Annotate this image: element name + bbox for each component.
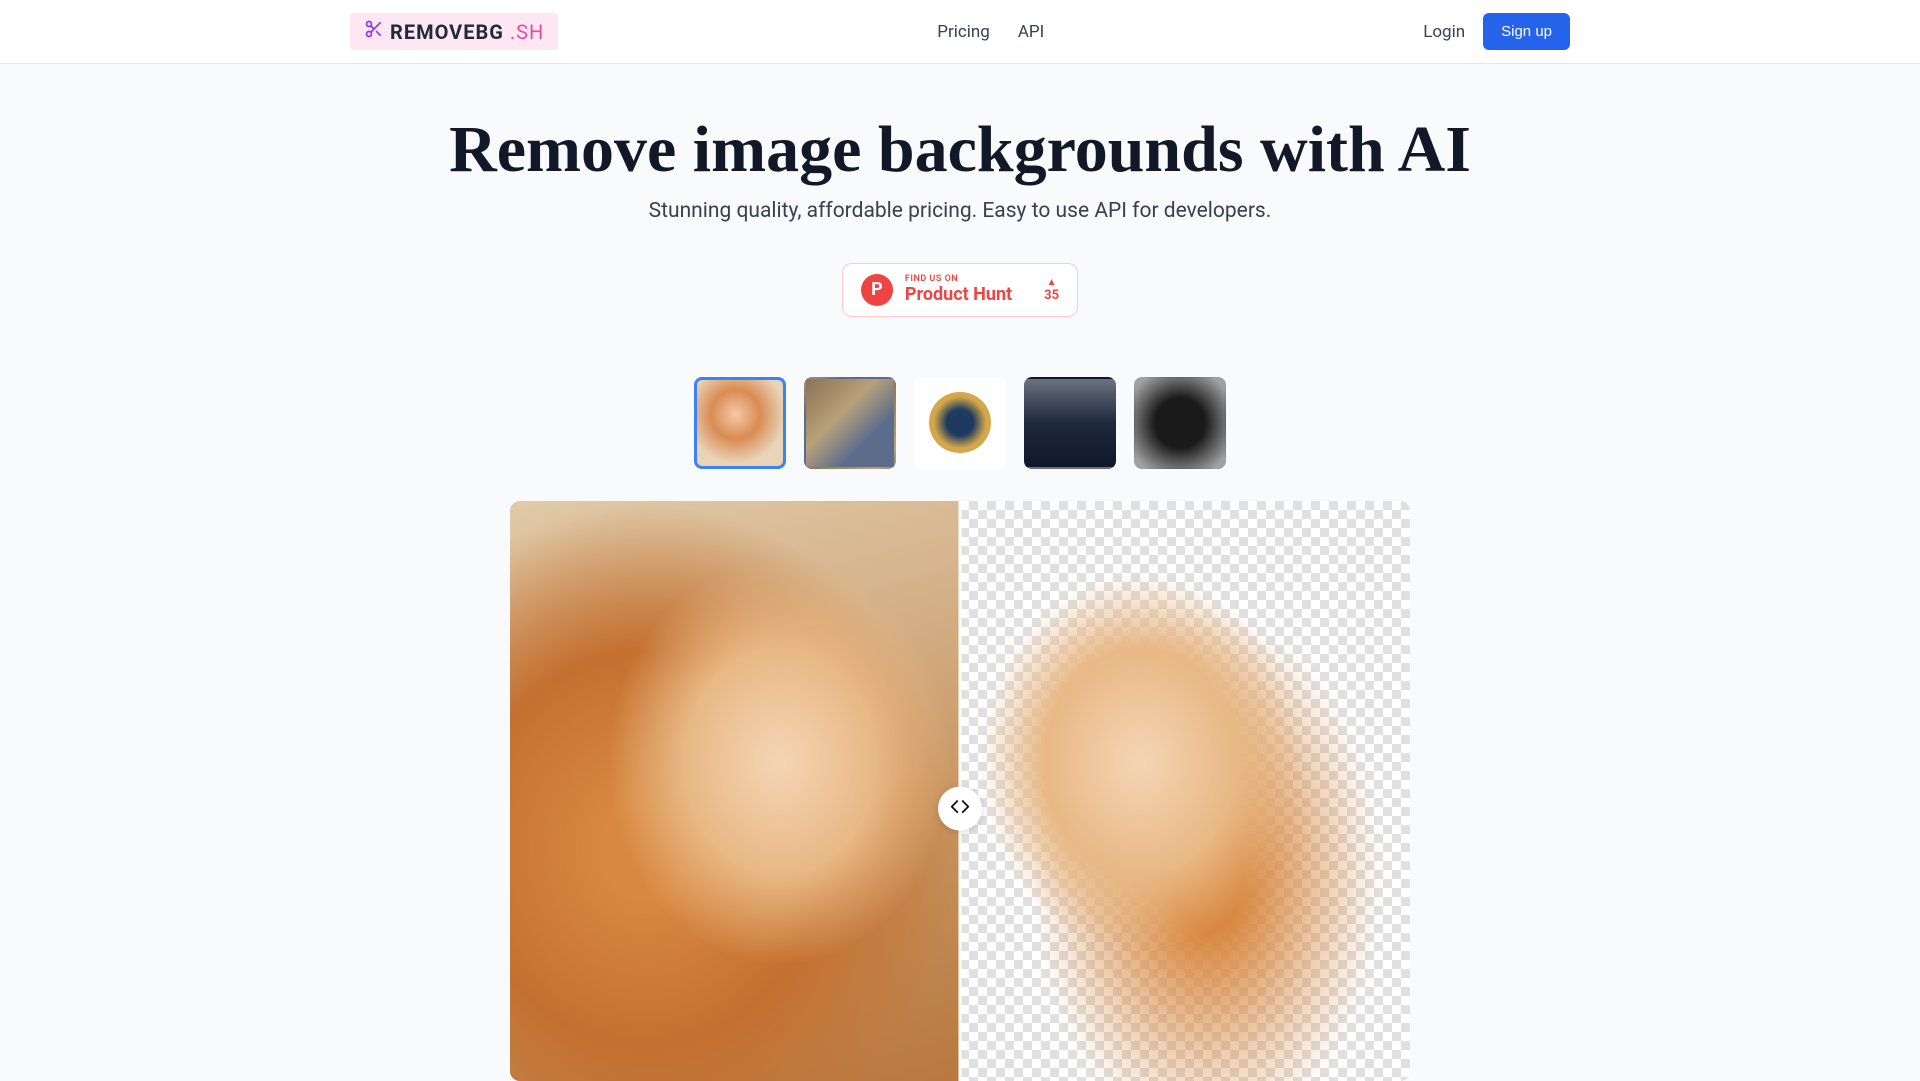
- scissors-icon: [364, 19, 384, 44]
- ph-icon-letter: P: [871, 279, 883, 300]
- header-inner: REMOVEBG.SH Pricing API Login Sign up: [340, 13, 1580, 50]
- example-thumbnails: [0, 377, 1920, 469]
- hero-title: Remove image backgrounds with AI: [0, 114, 1920, 187]
- nav-right: Login Sign up: [1423, 13, 1570, 50]
- logo-text: REMOVEBG: [390, 20, 504, 44]
- ph-vote-box: ▲ 35: [1044, 277, 1059, 303]
- login-link[interactable]: Login: [1423, 22, 1465, 42]
- thumbnail-graphic-gone-fishing[interactable]: [914, 377, 1006, 469]
- nav-pricing[interactable]: Pricing: [937, 22, 990, 42]
- ph-top-line: FIND US ON: [905, 274, 1012, 284]
- app-header: REMOVEBG.SH Pricing API Login Sign up: [0, 0, 1920, 64]
- triangle-up-icon: ▲: [1047, 277, 1057, 288]
- product-hunt-badge[interactable]: P FIND US ON Product Hunt ▲ 35: [842, 263, 1078, 317]
- nav-center: Pricing API: [937, 22, 1044, 42]
- thumbnail-backpack-black[interactable]: [1134, 377, 1226, 469]
- nav-api[interactable]: API: [1018, 22, 1044, 42]
- compare-removed-bg-image: [960, 501, 1410, 1081]
- chevrons-horizontal-icon: [949, 795, 971, 821]
- thumbnail-portrait-woman-redhead[interactable]: [694, 377, 786, 469]
- compare-drag-handle[interactable]: [938, 786, 982, 830]
- compare-original-image: [510, 501, 960, 1081]
- ph-vote-count: 35: [1044, 288, 1059, 303]
- hero-subtitle: Stunning quality, affordable pricing. Ea…: [0, 199, 1920, 223]
- thumbnail-portrait-woman-sitting[interactable]: [804, 377, 896, 469]
- product-hunt-icon: P: [861, 274, 893, 306]
- ph-text: FIND US ON Product Hunt: [905, 274, 1012, 305]
- logo[interactable]: REMOVEBG.SH: [350, 13, 558, 50]
- comparison-slider[interactable]: [510, 501, 1410, 1081]
- logo-suffix: .SH: [510, 20, 544, 44]
- main-content: Remove image backgrounds with AI Stunnin…: [0, 64, 1920, 1081]
- ph-bottom-line: Product Hunt: [905, 284, 1012, 305]
- signup-button[interactable]: Sign up: [1483, 13, 1570, 50]
- thumbnail-car-tesla[interactable]: [1024, 377, 1116, 469]
